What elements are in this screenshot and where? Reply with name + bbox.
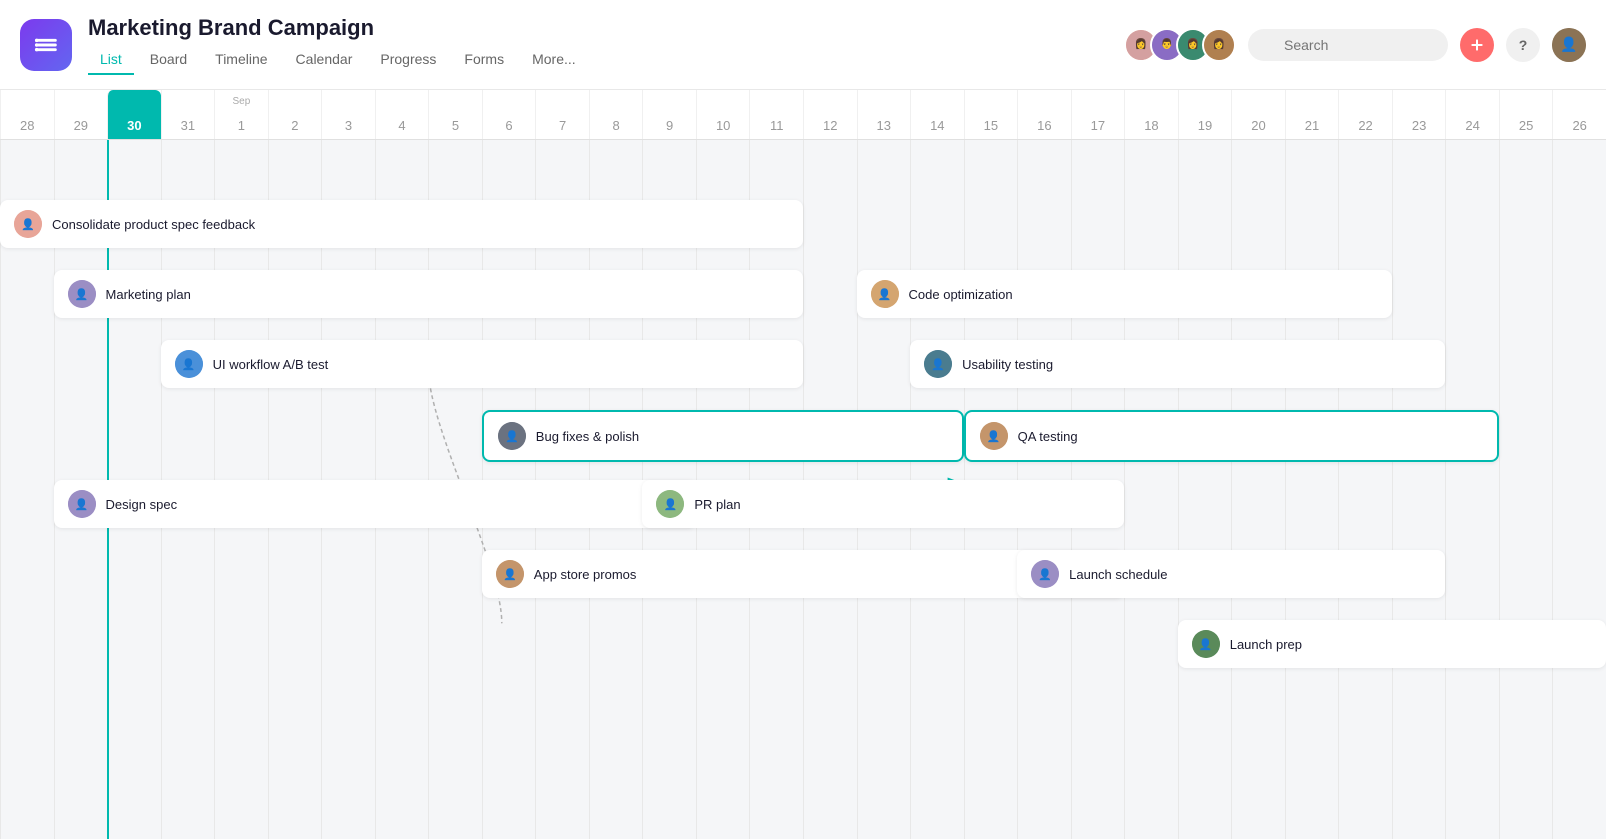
- date-col-13: 13: [857, 90, 911, 139]
- tab-forms[interactable]: Forms: [452, 45, 516, 75]
- task-card-marketing-plan[interactable]: 👤 Marketing plan: [54, 270, 803, 318]
- date-col-23: 23: [1392, 90, 1446, 139]
- date-col-5: 5: [428, 90, 482, 139]
- team-avatars: 👩 👨 👩 👩: [1124, 28, 1236, 62]
- date-ruler: 28293031Sep12345678910111213141516171819…: [0, 90, 1606, 140]
- tab-progress[interactable]: Progress: [368, 45, 448, 75]
- date-col-22: 22: [1338, 90, 1392, 139]
- task-card-launch-prep[interactable]: 👤 Launch prep: [1178, 620, 1606, 668]
- user-avatar[interactable]: 👤: [1552, 28, 1586, 62]
- task-avatar: 👤: [14, 210, 42, 238]
- task-label: Consolidate product spec feedback: [52, 217, 255, 232]
- task-label: QA testing: [1018, 429, 1078, 444]
- task-label: App store promos: [534, 567, 637, 582]
- task-card-usability[interactable]: 👤 Usability testing: [910, 340, 1445, 388]
- date-col-20: 20: [1231, 90, 1285, 139]
- project-title: Marketing Brand Campaign: [88, 15, 1108, 41]
- date-col-30: 30: [107, 90, 161, 139]
- task-avatar: 👤: [68, 280, 96, 308]
- task-card-design-spec[interactable]: 👤 Design spec: [54, 480, 696, 528]
- grid-area: 👤 Consolidate product spec feedback 👤 Marke…: [0, 140, 1606, 839]
- date-col-4: 4: [375, 90, 429, 139]
- task-card-launch-schedule[interactable]: 👤 Launch schedule: [1017, 550, 1445, 598]
- tab-timeline[interactable]: Timeline: [203, 45, 279, 75]
- task-avatar: 👤: [175, 350, 203, 378]
- task-card-bug-fixes[interactable]: 👤 Bug fixes & polish: [482, 410, 964, 462]
- task-card-consolidate[interactable]: 👤 Consolidate product spec feedback: [0, 200, 803, 248]
- date-col-9: 9: [642, 90, 696, 139]
- date-col-1: Sep1: [214, 90, 268, 139]
- task-label: Code optimization: [909, 287, 1013, 302]
- app-icon[interactable]: [20, 19, 72, 71]
- avatar-4[interactable]: 👩: [1202, 28, 1236, 62]
- date-col-25: 25: [1499, 90, 1553, 139]
- date-col-26: 26: [1552, 90, 1606, 139]
- tab-board[interactable]: Board: [138, 45, 199, 75]
- date-col-29: 29: [54, 90, 108, 139]
- date-col-12: 12: [803, 90, 857, 139]
- task-avatar: 👤: [1031, 560, 1059, 588]
- task-label: Usability testing: [962, 357, 1053, 372]
- task-label: Launch schedule: [1069, 567, 1167, 582]
- tab-calendar[interactable]: Calendar: [284, 45, 365, 75]
- date-col-24: 24: [1445, 90, 1499, 139]
- task-avatar: 👤: [924, 350, 952, 378]
- task-avatar: 👤: [1192, 630, 1220, 658]
- date-col-19: 19: [1178, 90, 1232, 139]
- header-center: Marketing Brand Campaign List Board Time…: [88, 15, 1108, 75]
- app-container: Marketing Brand Campaign List Board Time…: [0, 0, 1606, 839]
- help-button[interactable]: ?: [1506, 28, 1540, 62]
- header: Marketing Brand Campaign List Board Time…: [0, 0, 1606, 90]
- task-card-code-opt[interactable]: 👤 Code optimization: [857, 270, 1392, 318]
- tab-more[interactable]: More...: [520, 45, 588, 75]
- task-avatar: 👤: [656, 490, 684, 518]
- search-wrapper: [1248, 29, 1448, 61]
- date-col-15: 15: [964, 90, 1018, 139]
- date-col-6: 6: [482, 90, 536, 139]
- header-right: 👩 👨 👩 👩 ? 👤: [1124, 28, 1586, 62]
- date-col-16: 16: [1017, 90, 1071, 139]
- task-avatar: 👤: [68, 490, 96, 518]
- task-label: UI workflow A/B test: [213, 357, 329, 372]
- task-card-qa-testing[interactable]: 👤 QA testing: [964, 410, 1499, 462]
- date-col-18: 18: [1124, 90, 1178, 139]
- date-col-3: 3: [321, 90, 375, 139]
- search-input[interactable]: [1248, 29, 1448, 61]
- task-avatar: 👤: [498, 422, 526, 450]
- tab-list[interactable]: List: [88, 45, 134, 75]
- task-label: PR plan: [694, 497, 740, 512]
- timeline-container: 28293031Sep12345678910111213141516171819…: [0, 90, 1606, 839]
- add-button[interactable]: [1460, 28, 1494, 62]
- task-label: Launch prep: [1230, 637, 1302, 652]
- task-avatar: 👤: [496, 560, 524, 588]
- task-avatar: 👤: [871, 280, 899, 308]
- nav-tabs: List Board Timeline Calendar Progress Fo…: [88, 45, 1108, 75]
- date-col-11: 11: [749, 90, 803, 139]
- date-col-31: 31: [161, 90, 215, 139]
- date-col-14: 14: [910, 90, 964, 139]
- task-card-pr-plan[interactable]: 👤 PR plan: [642, 480, 1124, 528]
- task-avatar: 👤: [980, 422, 1008, 450]
- date-col-28: 28: [0, 90, 54, 139]
- task-label: Bug fixes & polish: [536, 429, 639, 444]
- date-col-21: 21: [1285, 90, 1339, 139]
- date-col-2: 2: [268, 90, 322, 139]
- task-label: Design spec: [106, 497, 178, 512]
- date-col-8: 8: [589, 90, 643, 139]
- task-card-ui-workflow[interactable]: 👤 UI workflow A/B test: [161, 340, 803, 388]
- date-col-17: 17: [1071, 90, 1125, 139]
- plus-icon: [1469, 37, 1485, 53]
- date-col-10: 10: [696, 90, 750, 139]
- date-col-7: 7: [535, 90, 589, 139]
- task-label: Marketing plan: [106, 287, 191, 302]
